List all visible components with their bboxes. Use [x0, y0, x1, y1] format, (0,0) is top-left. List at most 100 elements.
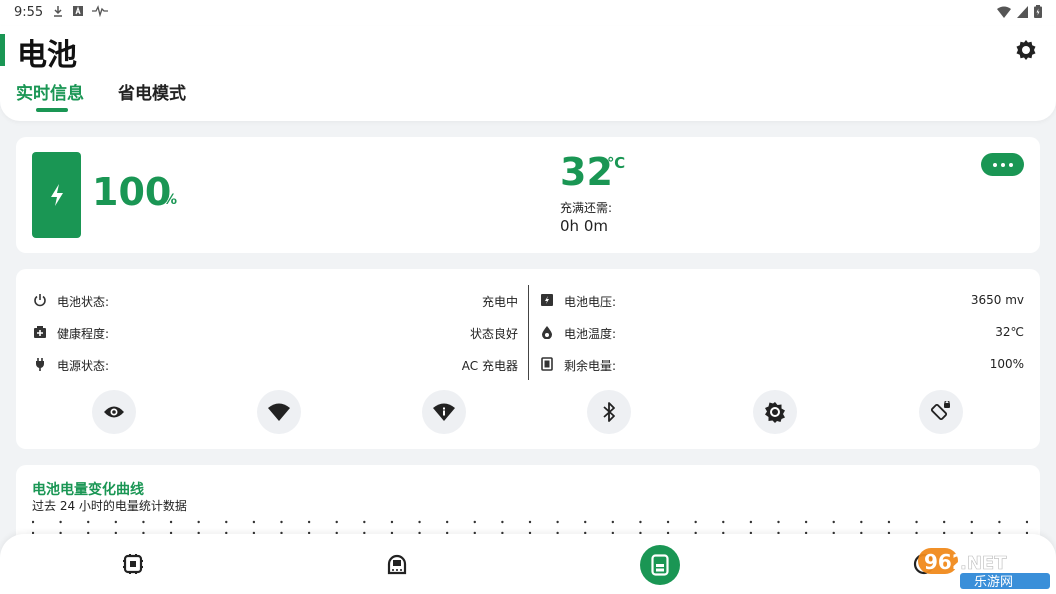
grid-dot [666, 520, 670, 524]
wifi-icon [268, 403, 290, 421]
grid-dot [87, 520, 90, 524]
grid-dot [114, 520, 118, 524]
grid-dot [639, 520, 642, 524]
grid-dot [418, 520, 421, 524]
grid-dot [335, 520, 338, 524]
grid-dot [225, 520, 228, 524]
temperature-drop-icon [540, 325, 554, 339]
tab-realtime-info[interactable]: 实时信息 [16, 79, 84, 104]
wifi-icon [997, 6, 1011, 18]
settings-button[interactable] [1012, 36, 1040, 64]
pulse-icon [92, 5, 108, 17]
remaining-charge-value: 100% [989, 357, 1024, 371]
grid-dot [887, 520, 891, 524]
battery-status-value: 充电中 [481, 295, 518, 309]
battery-level-unit: % [163, 192, 178, 208]
grid-dot [501, 520, 504, 524]
chip-icon [123, 554, 143, 574]
app-header [0, 26, 1056, 121]
grid-dot [280, 520, 283, 524]
more-dot-icon [1008, 162, 1013, 167]
brightness-toggle-button[interactable] [753, 390, 797, 434]
curve-grid-dots [32, 520, 1028, 535]
wifi-info-toggle-button[interactable] [422, 390, 466, 434]
status-left-icons [52, 5, 108, 17]
curve-title: 电池电量变化曲线 [32, 482, 144, 498]
grid-dot [942, 520, 946, 524]
nav-storage-button[interactable] [377, 544, 417, 584]
bluetooth-toggle-button[interactable] [587, 390, 631, 434]
wifi-toggle-button[interactable] [257, 390, 301, 434]
auto-rotate-toggle-button[interactable] [919, 390, 963, 434]
more-dot-icon [1000, 162, 1005, 167]
battery-remaining-icon [540, 357, 554, 371]
battery-status-label: 电池状态: [57, 295, 110, 309]
grid-dot [32, 520, 35, 524]
voltage-value: 3650 mv [970, 293, 1024, 307]
grid-dot [998, 520, 1001, 524]
power-source-label: 电源状态: [57, 359, 110, 373]
grid-dot [252, 520, 256, 524]
info-divider [528, 285, 529, 380]
grid-dot [556, 520, 559, 524]
grid-dot [804, 520, 808, 524]
grid-dot [363, 520, 366, 524]
health-icon [33, 325, 47, 339]
gear-icon [1016, 40, 1036, 60]
title-accent-bar [0, 34, 5, 66]
battery-nav-icon [651, 554, 669, 576]
tab-indicator [36, 108, 68, 112]
power-icon [33, 293, 47, 307]
download-icon [54, 6, 62, 17]
power-source-value: AC 充电器 [461, 359, 518, 373]
battery-temp-value: 32℃ [995, 325, 1024, 339]
charging-bolt-icon [50, 184, 63, 206]
tab-power-saving[interactable]: 省电模式 [118, 79, 186, 104]
nav-battery-button[interactable] [640, 545, 680, 585]
eye-toggle-button[interactable] [92, 390, 136, 434]
battery-icon [1034, 5, 1042, 18]
temperature-value: 32 [560, 150, 613, 194]
grid-dot [142, 520, 145, 524]
voltage-icon [540, 293, 554, 307]
svg-text:.NET: .NET [960, 553, 1007, 574]
grid-dot [445, 520, 449, 524]
plug-icon [33, 357, 47, 371]
watermark-logo: 962 .NET 乐游网 [918, 548, 1050, 590]
status-bar [0, 0, 1056, 26]
grid-dot [390, 520, 394, 524]
grid-dot [169, 520, 173, 524]
storage-icon [387, 554, 407, 575]
grid-dot [1025, 520, 1028, 524]
health-label: 健康程度: [57, 327, 110, 341]
more-dot-icon [992, 162, 997, 167]
brightness-icon [765, 402, 785, 423]
battery-level-value: 100 [92, 170, 172, 214]
grid-dot [584, 520, 587, 524]
grid-dot [528, 520, 532, 524]
nav-chip-button[interactable] [113, 544, 153, 584]
battery-temp-label: 电池温度: [564, 327, 617, 341]
signal-icon [1017, 5, 1028, 18]
grid-dot [197, 520, 200, 524]
grid-dot [59, 520, 62, 524]
grid-dot [915, 520, 918, 524]
grid-dot [832, 520, 835, 524]
status-time: 9:55 [14, 5, 44, 20]
grid-dot [307, 520, 311, 524]
bottom-navigation [0, 534, 1056, 594]
grid-dot [473, 520, 476, 524]
remaining-charge-label: 剩余电量: [564, 359, 617, 373]
page-title: 电池 [17, 38, 77, 73]
grid-dot [970, 520, 973, 524]
a-letter-icon [73, 6, 83, 16]
voltage-label: 电池电压: [564, 295, 617, 309]
more-options-button[interactable] [981, 153, 1024, 176]
charge-remaining-value: 0h 0m [560, 217, 608, 235]
grid-dot [694, 520, 697, 524]
svg-text:乐游网: 乐游网 [974, 575, 1013, 590]
health-value: 状态良好 [469, 327, 518, 341]
status-right-icons [997, 5, 1042, 18]
grid-dot [777, 520, 780, 524]
grid-dot [722, 520, 725, 524]
